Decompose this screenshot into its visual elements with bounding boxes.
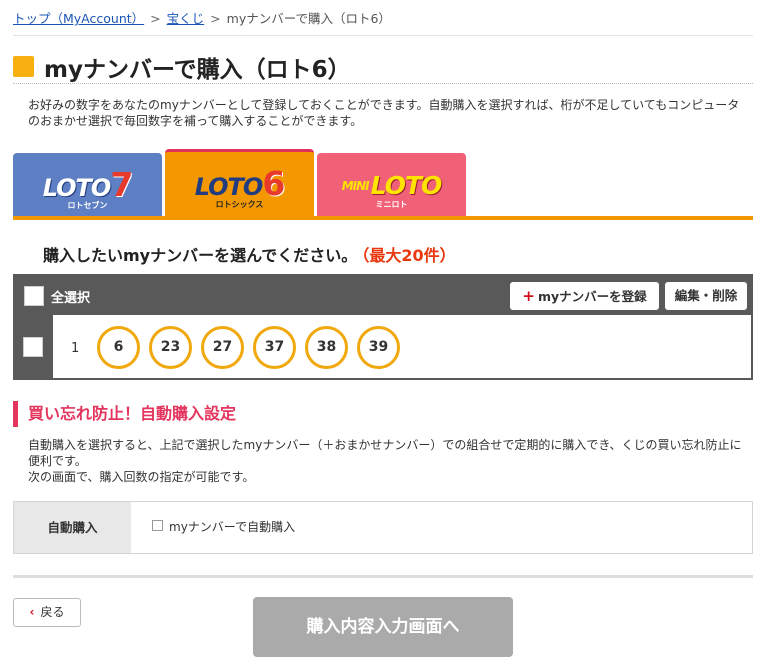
tab-loto6[interactable]: LOTO6 ロトシックス: [165, 149, 314, 217]
tab-loto7[interactable]: LOTO7 ロトセブン: [13, 153, 162, 217]
row-number: 1: [71, 341, 80, 356]
auto-purchase-description: 自動購入を選択すると、上記で選択したmyナンバー（＋おまかせナンバー）での組合せ…: [28, 437, 743, 485]
breadcrumb-link-takarakuji[interactable]: 宝くじ: [167, 11, 205, 26]
tab-underline: [13, 216, 753, 220]
register-mynumber-button[interactable]: + myナンバーを登録: [510, 282, 659, 310]
footer-divider: [13, 575, 753, 578]
auto-purchase-checkbox[interactable]: [152, 520, 163, 531]
miniloto-logo: MINILOTO: [341, 171, 443, 200]
intro-text: お好みの数字をあなたのmyナンバーとして登録しておくことができます。自動購入を選…: [28, 98, 740, 128]
number-ball: 23: [149, 326, 192, 369]
auto-purchase-desc-line1: 自動購入を選択すると、上記で選択したmyナンバー（＋おまかせナンバー）での組合せ…: [28, 438, 742, 468]
edit-delete-button[interactable]: 編集・削除: [665, 282, 747, 310]
breadcrumb-separator: >: [150, 11, 161, 26]
breadcrumb-current: myナンバーで購入（ロト6）: [226, 11, 391, 26]
mynumber-list: 全選択 + myナンバーを登録 編集・削除 1 6 23 27 37 38 39: [13, 274, 753, 380]
number-ball: 39: [357, 326, 400, 369]
page-title-row: myナンバーで購入（ロト6）: [13, 50, 753, 84]
proceed-button[interactable]: 購入内容入力画面へ: [253, 597, 513, 657]
auto-purchase-label: 自動購入: [14, 502, 131, 553]
tab-loto7-sublabel: ロトセブン: [67, 201, 108, 210]
auto-purchase-heading: 買い忘れ防止！自動購入設定: [13, 401, 236, 427]
loto7-logo: LOTO7: [42, 165, 134, 204]
number-ball: 37: [253, 326, 296, 369]
tab-loto6-sublabel: ロトシックス: [215, 200, 264, 209]
back-button[interactable]: ‹ 戻る: [13, 598, 81, 627]
select-all-checkbox[interactable]: [24, 286, 44, 306]
auto-purchase-desc-line2: 次の画面で、購入回数の指定が可能です。: [28, 470, 255, 484]
loto6-logo: LOTO6: [194, 164, 286, 203]
max-count-note: （最大20件）: [361, 246, 456, 265]
select-heading: 購入したいmyナンバーを選んでください。 （最大20件）: [43, 242, 456, 266]
breadcrumb-separator: >: [210, 11, 221, 26]
list-header: 全選択 + myナンバーを登録 編集・削除: [15, 276, 751, 315]
auto-purchase-table: 自動購入 myナンバーで自動購入: [13, 501, 753, 554]
plus-icon: +: [522, 287, 535, 305]
row-checkbox[interactable]: [23, 337, 43, 357]
title-square-icon: [13, 56, 34, 77]
select-all-label: 全選択: [51, 291, 91, 306]
number-ball: 6: [97, 326, 140, 369]
back-button-label: 戻る: [40, 605, 65, 619]
register-mynumber-label: myナンバーを登録: [537, 289, 647, 304]
auto-purchase-checkbox-label[interactable]: myナンバーで自動購入: [169, 518, 295, 535]
lottery-tabs: LOTO7 ロトセブン LOTO6 ロトシックス MINILOTO ミニロト: [13, 149, 753, 221]
breadcrumb-link-top[interactable]: トップ（MyAccount）: [13, 11, 144, 26]
page-title: myナンバーで購入（ロト6）: [44, 57, 351, 83]
number-ball: 38: [305, 326, 348, 369]
tab-miniloto-sublabel: ミニロト: [375, 200, 408, 209]
breadcrumb: トップ（MyAccount） > 宝くじ > myナンバーで購入（ロト6）: [13, 8, 753, 36]
row-checkbox-cell: [15, 315, 53, 378]
number-ball: 27: [201, 326, 244, 369]
chevron-left-icon: ‹: [29, 605, 35, 619]
tab-miniloto[interactable]: MINILOTO ミニロト: [317, 153, 466, 217]
select-heading-text: 購入したいmyナンバーを選んでください。: [43, 246, 358, 265]
